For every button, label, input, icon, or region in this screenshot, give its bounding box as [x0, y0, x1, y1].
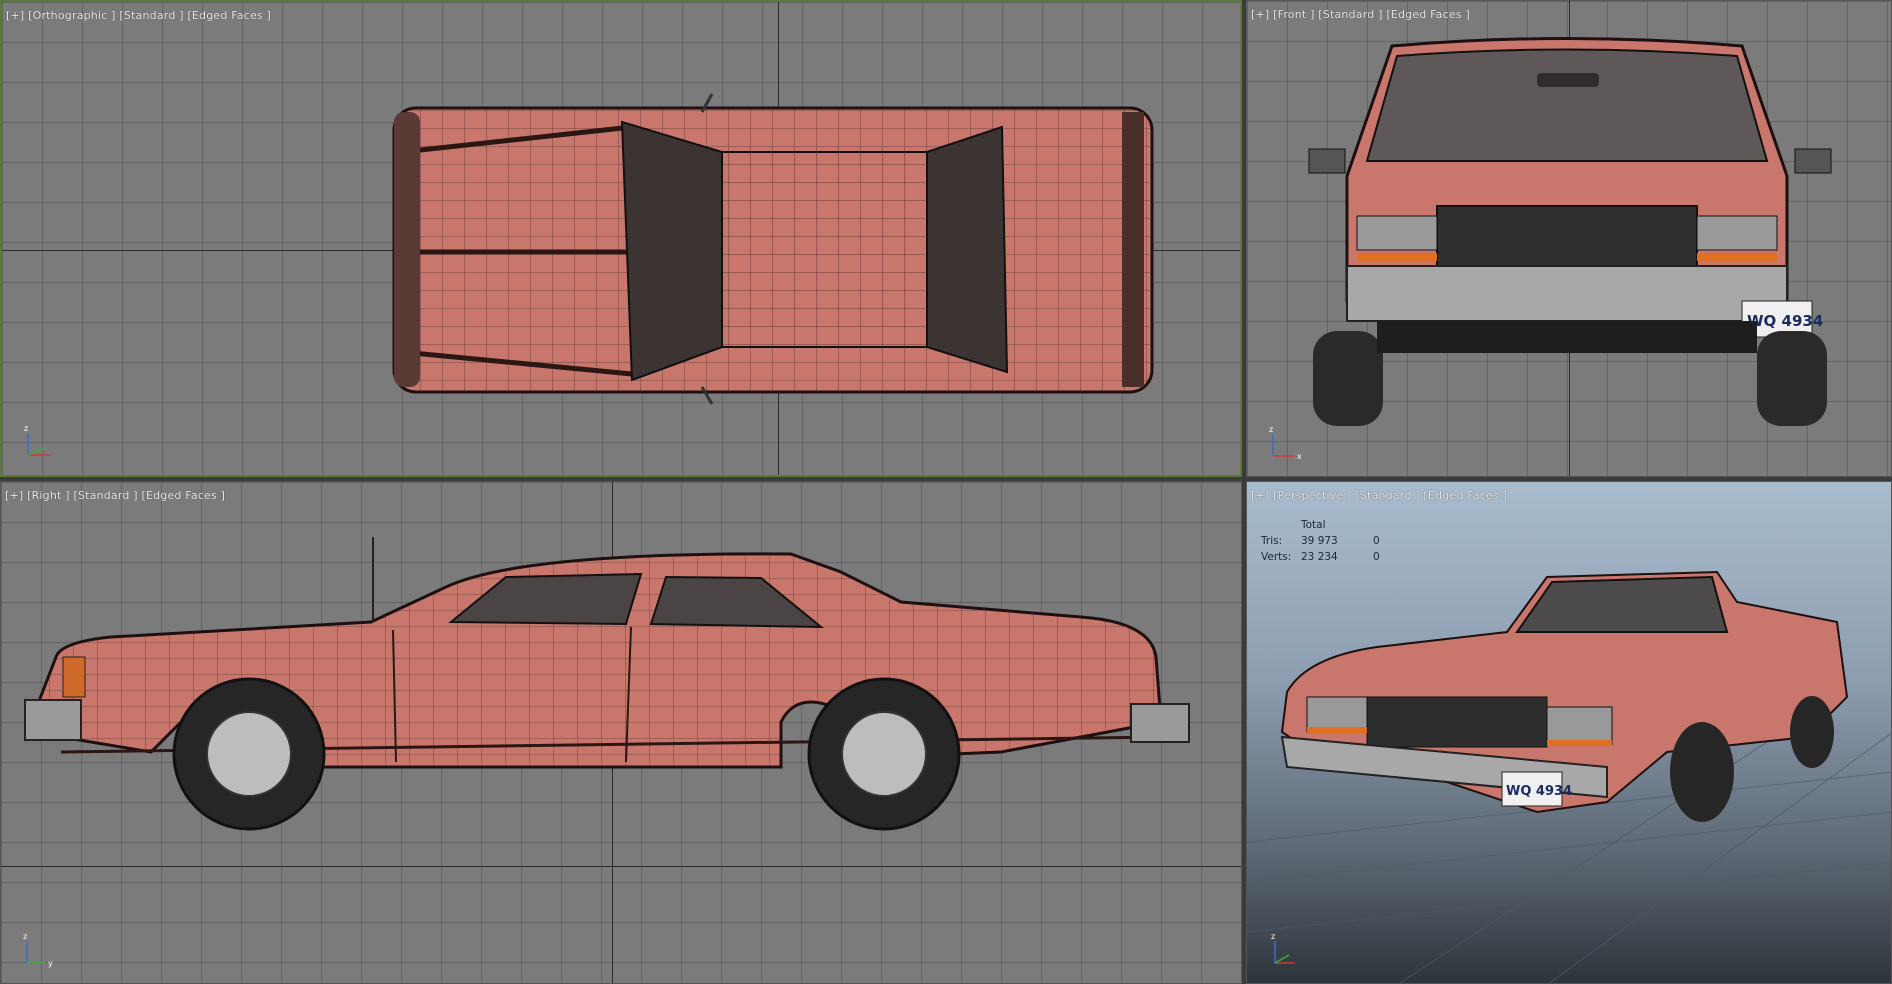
- viewport-perspective[interactable]: [+] [Perspective ] [Standard ] [Edged Fa…: [1246, 481, 1892, 984]
- axis-y-label: y: [48, 959, 53, 968]
- license-plate-front: WQ 4934: [1747, 312, 1823, 330]
- axis-tripod-icon: z y: [23, 932, 53, 968]
- car-side-view: [24, 537, 1190, 831]
- axis-x-label: x: [1297, 452, 1302, 461]
- license-plate-persp: WQ 4934: [1506, 784, 1572, 799]
- axis-tripod-icon: z x: [1269, 425, 1302, 461]
- viewport-orthographic[interactable]: [+] [Orthographic ] [Standard ] [Edged F…: [0, 0, 1242, 477]
- axis-z-label: z: [23, 932, 27, 941]
- car-front-view: WQ 4934: [1308, 37, 1832, 426]
- axis-tripod-icon: z: [24, 424, 50, 456]
- viewport-right[interactable]: [+] [Right ] [Standard ] [Edged Faces ] …: [0, 481, 1242, 984]
- axis-z-label: z: [1271, 932, 1275, 941]
- axis-tripod-icon: z: [1271, 932, 1295, 964]
- car-perspective-view: WQ 4934: [1247, 570, 1891, 983]
- axis-z-label: z: [1269, 425, 1273, 434]
- axis-z-label: z: [24, 424, 28, 433]
- viewport-front[interactable]: [+] [Front ] [Standard ] [Edged Faces ] …: [1246, 0, 1892, 477]
- car-top-view: [392, 93, 1154, 405]
